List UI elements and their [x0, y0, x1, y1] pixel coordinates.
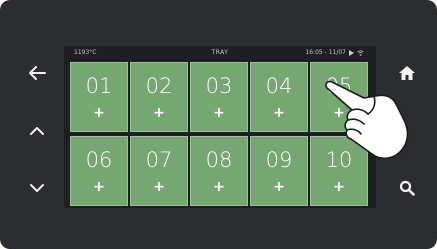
add-icon: + [333, 179, 345, 195]
pointing-hand-icon [325, 80, 409, 160]
slot-number: 08 [205, 148, 233, 172]
arrow-left-icon[interactable] [22, 58, 52, 88]
chevron-up-icon[interactable] [22, 116, 52, 146]
add-icon: + [273, 179, 285, 195]
slot-number: 09 [265, 148, 293, 172]
device-bezel: 1193°C TRAY 16:05 - 11/07 01 + 02 + 03 + [0, 0, 437, 249]
tray-slot-03[interactable]: 03 + [190, 62, 248, 132]
slot-number: 02 [145, 74, 173, 98]
add-icon: + [273, 105, 285, 121]
chevron-down-icon[interactable] [22, 173, 52, 203]
tray-slot-07[interactable]: 07 + [130, 136, 188, 206]
tray-slot-02[interactable]: 02 + [130, 62, 188, 132]
tray-slot-06[interactable]: 06 + [70, 136, 128, 206]
add-icon: + [93, 105, 105, 121]
add-icon: + [153, 105, 165, 121]
slot-number: 06 [85, 148, 113, 172]
tray-slot-09[interactable]: 09 + [250, 136, 308, 206]
slot-number: 01 [85, 74, 113, 98]
slot-number: 03 [205, 74, 233, 98]
wifi-icon [357, 49, 364, 56]
tray-slot-04[interactable]: 04 + [250, 62, 308, 132]
status-right: 16:05 - 11/07 [305, 49, 364, 56]
tray-slot-08[interactable]: 08 + [190, 136, 248, 206]
tray-slot-01[interactable]: 01 + [70, 62, 128, 132]
add-icon: + [213, 179, 225, 195]
add-icon: + [213, 105, 225, 121]
search-icon[interactable] [392, 173, 422, 203]
add-icon: + [93, 179, 105, 195]
datetime-readout: 16:05 - 11/07 [305, 49, 346, 56]
slot-number: 07 [145, 148, 173, 172]
status-bar: 1193°C TRAY 16:05 - 11/07 [64, 46, 376, 60]
add-icon: + [153, 179, 165, 195]
play-icon [349, 49, 354, 56]
slot-number: 04 [265, 74, 293, 98]
